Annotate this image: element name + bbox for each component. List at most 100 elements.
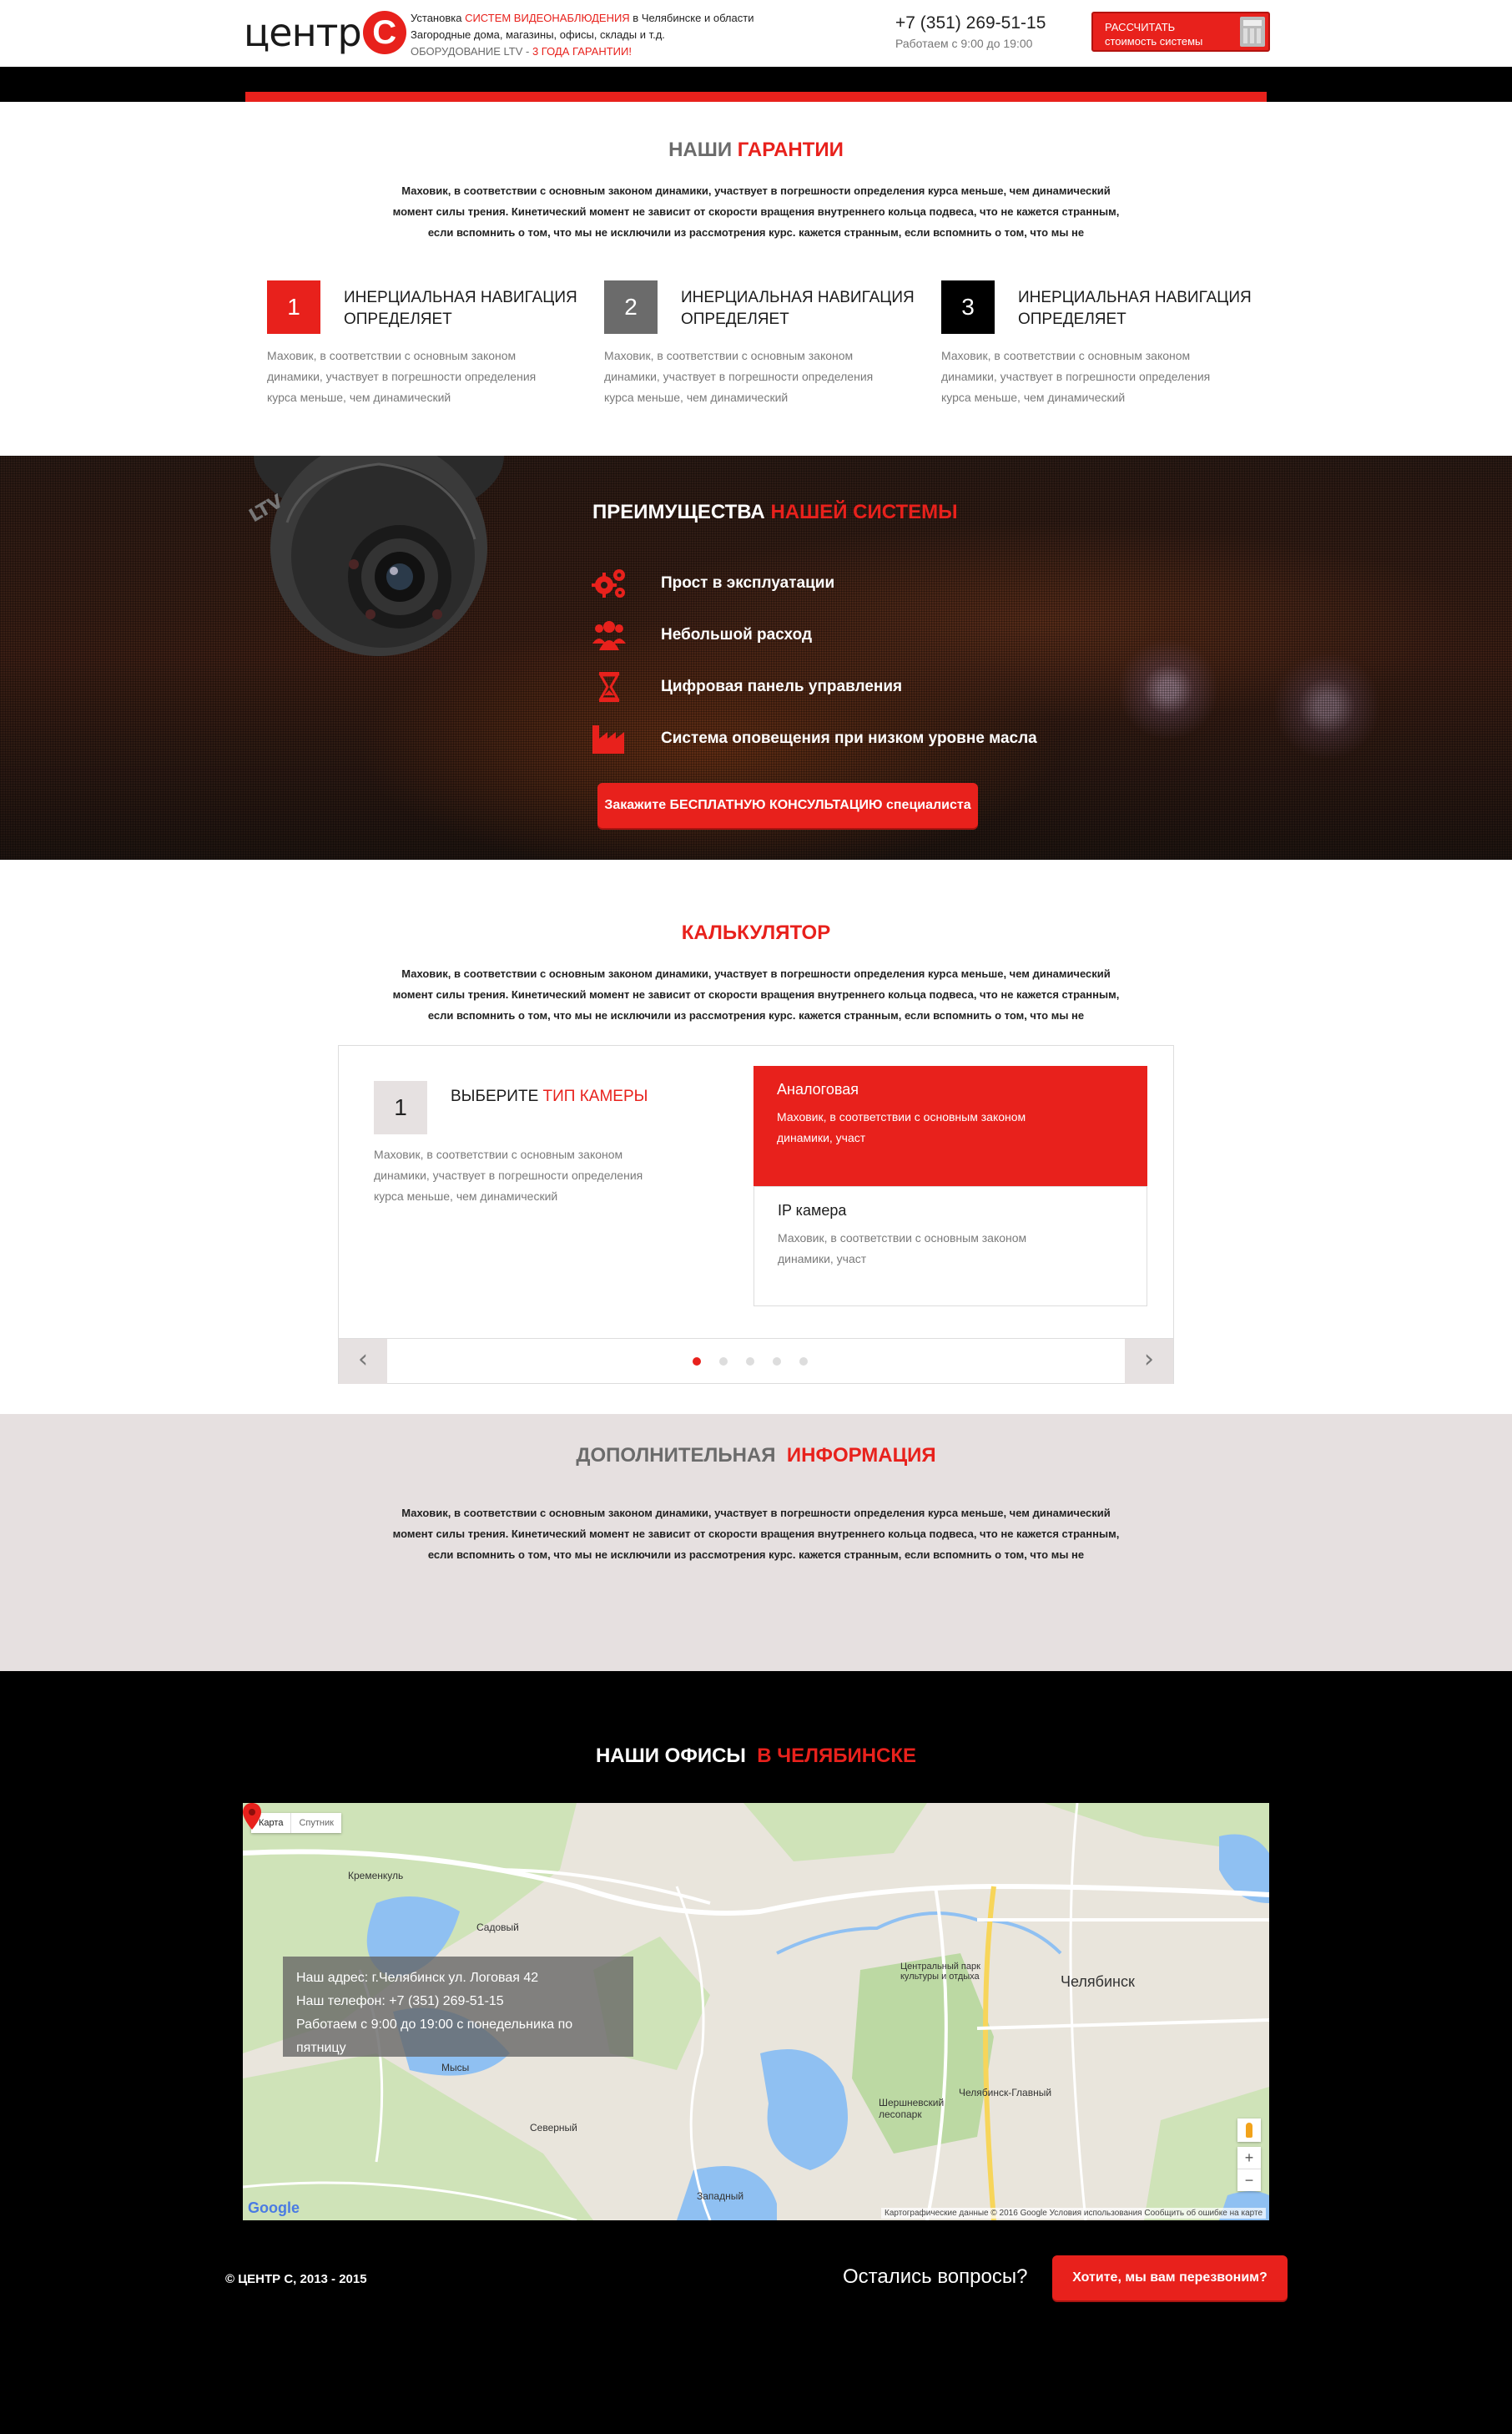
free-consultation-button[interactable]: Закажите БЕСПЛАТНУЮ КОНСУЛЬТАЦИЮ специал…: [597, 783, 978, 828]
step-number: 1: [374, 1081, 427, 1134]
step-title-red: ТИП КАМЕРЫ: [542, 1088, 648, 1105]
people-icon: [592, 621, 626, 650]
step-dot[interactable]: [719, 1357, 728, 1366]
step-dot[interactable]: [773, 1357, 781, 1366]
header-phone[interactable]: +7 (351) 269-51-15: [895, 13, 1046, 33]
calculate-cost-button[interactable]: РАССЧИТАТЬ стоимость системы: [1091, 12, 1270, 52]
advantages-list: Прост в эксплуатации Небольшой расход Ци…: [591, 558, 1037, 765]
guarantee-title: ИНЕРЦИАЛЬНАЯ НАВИГАЦИЯ ОПРЕДЕЛЯЕТ: [681, 289, 915, 328]
offices-title-red: В ЧЕЛЯБИНСКЕ: [757, 1745, 917, 1767]
map-place-label: Мысы: [441, 2062, 470, 2073]
map-type-tabs: Карта Спутник: [251, 1813, 341, 1833]
option-text: Маховик, в соответствии с основным закон…: [777, 1110, 1026, 1144]
tagline-equipment: ОБОРУДОВАНИЕ LTV -: [411, 45, 532, 58]
step-dots: [693, 1357, 826, 1366]
factory-icon: [592, 725, 624, 754]
option-title: Аналоговая: [777, 1081, 859, 1098]
page: центр С Установка СИСТЕМ ВИДЕОНАБЛЮДЕНИЯ…: [0, 0, 1512, 2434]
copyright: © ЦЕНТР С, 2013 - 2015: [225, 2272, 367, 2286]
step-dot[interactable]: [693, 1357, 701, 1366]
street-view-pegman-icon[interactable]: [1237, 2118, 1261, 2142]
office-phone: Наш телефон: +7 (351) 269-51-15: [296, 1994, 504, 2008]
map-place-label: Шершневский лесопарк: [879, 2097, 945, 2120]
header-tagline: Установка СИСТЕМ ВИДЕОНАБЛЮДЕНИЯ в Челяб…: [411, 10, 753, 60]
guarantees-title: НАШИ ГАРАНТИИ: [0, 139, 1512, 162]
gears-icon: [592, 569, 625, 598]
tagline-warranty: 3 ГОДА ГАРАНТИИ!: [532, 45, 632, 58]
guarantee-number: 1: [267, 280, 320, 334]
step-dot[interactable]: [799, 1357, 808, 1366]
advantages-title: ПРЕИМУЩЕСТВА НАШЕЙ СИСТЕМЫ: [592, 501, 958, 524]
calculator-icon: [1240, 17, 1265, 47]
hero-red-strip: [245, 92, 1267, 102]
guarantee-text: Маховик, в соответствии с основным закон…: [941, 349, 1211, 404]
prev-step-button[interactable]: ‹: [339, 1339, 387, 1384]
offices-title: НАШИ ОФИСЫ В ЧЕЛЯБИНСКЕ: [0, 1745, 1512, 1768]
info-title-red: ИНФОРМАЦИЯ: [786, 1444, 936, 1467]
tagline-line2: Загородные дома, магазины, офисы, склады…: [411, 28, 665, 41]
guarantees-title-red: ГАРАНТИИ: [737, 139, 844, 161]
next-step-button[interactable]: ›: [1125, 1339, 1173, 1384]
zoom-in-button[interactable]: +: [1237, 2147, 1261, 2169]
advantage-item: Небольшой расход: [591, 609, 1037, 661]
hourglass-icon: [598, 672, 620, 702]
advantage-item: Прост в эксплуатации: [591, 558, 1037, 609]
office-hours: Работаем с 9:00 до 19:00 с понедельника …: [296, 2017, 573, 2055]
chevron-right-icon: ›: [1144, 1345, 1154, 1374]
calc-button-line1: РАССЧИТАТЬ: [1105, 21, 1176, 33]
tagline-suffix: в Челябинске и области: [629, 12, 754, 24]
calculator-text: Маховик, в соответствии с основным закон…: [392, 967, 1120, 1022]
guarantee-title: ИНЕРЦИАЛЬНАЯ НАВИГАЦИЯ ОПРЕДЕЛЯЕТ: [1018, 289, 1252, 328]
step-title-dark: ВЫБЕРИТЕ: [451, 1088, 543, 1105]
calc-button-line2: стоимость системы: [1105, 35, 1203, 48]
header: центр С Установка СИСТЕМ ВИДЕОНАБЛЮДЕНИЯ…: [0, 0, 1512, 67]
advantage-label: Прост в эксплуатации: [661, 574, 835, 592]
logo-letter: С: [362, 11, 406, 54]
map-place-label: Западный: [697, 2190, 744, 2202]
map-place-label: Челябинск-Главный: [959, 2087, 1052, 2098]
camera-option-ip[interactable]: IP камера Маховик, в соответствии с осно…: [753, 1186, 1147, 1306]
map-place-label: Центральный парк культуры и отдыха: [900, 1962, 980, 1982]
guarantee-text: Маховик, в соответствии с основным закон…: [267, 349, 537, 404]
office-map[interactable]: Карта Спутник Кременкуль Садовый Мысы Се…: [243, 1803, 1269, 2220]
option-text: Маховик, в соответствии с основным закон…: [778, 1231, 1027, 1265]
advantages-title-red: НАШЕЙ СИСТЕМЫ: [770, 501, 958, 523]
camera-option-analog[interactable]: Аналоговая Маховик, в соответствии с осн…: [753, 1066, 1147, 1186]
guarantee-number: 3: [941, 280, 995, 334]
office-address: Наш адрес: г.Челябинск ул. Логовая 42: [296, 1971, 539, 1985]
guarantee-title: ИНЕРЦИАЛЬНАЯ НАВИГАЦИЯ ОПРЕДЕЛЯЕТ: [344, 289, 577, 328]
offices-title-white: НАШИ ОФИСЫ: [595, 1745, 752, 1767]
google-logo: Google: [248, 2199, 300, 2216]
chevron-left-icon: ‹: [358, 1345, 368, 1374]
step-text: Маховик, в соответствии с основным закон…: [374, 1148, 643, 1203]
tagline-highlight: СИСТЕМ ВИДЕОНАБЛЮДЕНИЯ: [465, 12, 630, 24]
calculator-title: КАЛЬКУЛЯТОР: [0, 922, 1512, 945]
advantage-item: Цифровая панель управления: [591, 661, 1037, 713]
zoom-out-button[interactable]: −: [1237, 2169, 1261, 2191]
advantages-title-white: ПРЕИМУЩЕСТВА: [592, 501, 771, 523]
callback-button[interactable]: Хотите, мы вам перезвоним?: [1052, 2255, 1288, 2300]
advantage-item: Система оповещения при низком уровне мас…: [591, 713, 1037, 765]
logo-word: центр: [244, 10, 362, 55]
advantage-label: Небольшой расход: [661, 626, 813, 644]
guarantees-text: Маховик, в соответствии с основным закон…: [392, 184, 1120, 239]
advantages-section: LTV ПРЕИМУЩЕСТВА НАШЕЙ СИСТЕМЫ Прост в э…: [0, 456, 1512, 860]
info-title: ДОПОЛНИТЕЛЬНАЯ ИНФОРМАЦИЯ: [0, 1444, 1512, 1467]
guarantee-number: 2: [604, 280, 658, 334]
map-attribution[interactable]: Картографические данные © 2016 Google Ус…: [881, 2208, 1266, 2219]
map-tab-satellite[interactable]: Спутник: [290, 1813, 340, 1833]
logo[interactable]: центр С: [244, 10, 406, 55]
map-place-label: Кременкуль: [348, 1870, 404, 1881]
advantage-label: Система оповещения при низком уровне мас…: [661, 730, 1037, 747]
header-hours: Работаем с 9:00 до 19:00: [895, 37, 1033, 50]
office-info-box: Наш адрес: г.Челябинск ул. Логовая 42 На…: [283, 1957, 633, 2057]
calculator-widget: 1 ВЫБЕРИТЕ ТИП КАМЕРЫ Маховик, в соответ…: [338, 1045, 1174, 1384]
map-marker-icon[interactable]: [243, 1803, 261, 1830]
map-city-label: Челябинск: [1061, 1973, 1135, 1990]
map-place-label: Северный: [530, 2122, 577, 2134]
step-title: ВЫБЕРИТЕ ТИП КАМЕРЫ: [451, 1088, 648, 1106]
step-dot[interactable]: [746, 1357, 754, 1366]
questions-label: Остались вопросы?: [843, 2265, 1028, 2288]
advantage-label: Цифровая панель управления: [661, 678, 903, 695]
map-place-label: Садовый: [476, 1921, 519, 1933]
